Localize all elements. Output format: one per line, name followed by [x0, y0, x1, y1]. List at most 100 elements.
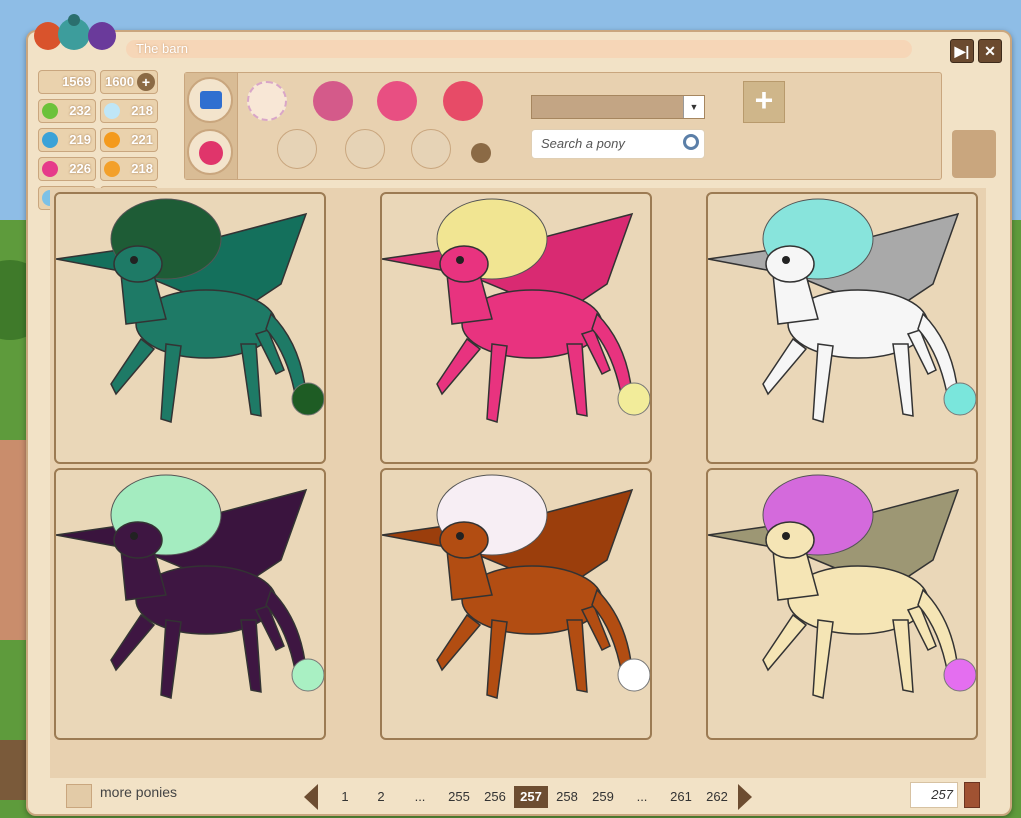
search-placeholder: Search a pony — [541, 136, 625, 151]
page-link[interactable]: 2 — [364, 786, 398, 808]
pony-card[interactable] — [54, 192, 326, 464]
page-link[interactable]: 255 — [442, 786, 476, 808]
filter-select[interactable]: ▼ — [531, 95, 705, 119]
currency-max: 1600 + — [100, 70, 158, 94]
tab-favorites[interactable] — [187, 129, 233, 175]
pony-leg — [566, 619, 588, 693]
pony-leg — [892, 619, 914, 693]
pony-leg — [892, 343, 914, 417]
minimize-button[interactable]: ▶| — [950, 39, 974, 63]
pony-head — [765, 521, 815, 559]
close-button[interactable]: ✕ — [978, 39, 1002, 63]
pony-tail-tuft — [617, 658, 650, 692]
next-page-icon[interactable] — [738, 784, 752, 810]
tab-folder[interactable] — [187, 77, 233, 123]
stat-cloud: 218 — [100, 99, 158, 123]
pony-head — [765, 245, 815, 283]
currency-current: 1569 — [38, 70, 96, 94]
flower-filter-icon[interactable] — [247, 81, 287, 121]
go-page-button[interactable] — [964, 782, 980, 808]
window-title: The barn — [126, 40, 912, 58]
pony-leg — [486, 343, 508, 423]
pony-leg — [110, 613, 156, 672]
folder-star-icon — [200, 91, 222, 109]
add-currency-icon[interactable]: + — [137, 73, 155, 91]
page-link[interactable]: 1 — [328, 786, 362, 808]
pony-tail-tuft — [943, 658, 976, 692]
love-filter-icon[interactable] — [377, 81, 417, 121]
page-input[interactable]: 257 — [910, 782, 958, 808]
cloud-icon — [104, 103, 120, 119]
orange-swirl-icon — [104, 132, 120, 148]
trophy-selector-icon[interactable] — [345, 129, 385, 169]
pony-breed-selector-icon[interactable] — [277, 129, 317, 169]
move-pony-icon[interactable] — [952, 130, 996, 178]
stat-paw-blue: 219 — [38, 128, 96, 152]
prev-page-icon[interactable] — [304, 784, 318, 810]
pony-image — [382, 198, 650, 423]
pony-tail-tuft — [291, 658, 324, 692]
paw-blue-icon — [42, 132, 58, 148]
filter-toolbar: ▼ Search a pony + — [184, 72, 942, 180]
add-button[interactable]: + — [743, 81, 785, 123]
search-icon[interactable] — [683, 134, 699, 150]
pony-eye — [130, 256, 138, 264]
stat-apple: 232 — [38, 99, 96, 123]
pony-grid — [50, 188, 986, 778]
pony-tail-tuft — [943, 382, 976, 416]
pony-image — [382, 474, 650, 699]
eye-selector-icon[interactable] — [411, 129, 451, 169]
game-logo-icon — [34, 14, 116, 50]
pony-leg — [240, 619, 262, 693]
pony-leg — [762, 337, 808, 396]
pony-leg — [436, 613, 482, 672]
pony-card[interactable] — [706, 192, 978, 464]
side-tabs — [185, 73, 238, 179]
page-ellipsis: ... — [414, 789, 426, 804]
pony-card[interactable] — [380, 468, 652, 740]
page-link[interactable]: 258 — [550, 786, 584, 808]
pony-leg — [110, 337, 156, 396]
pony-leg — [160, 619, 182, 699]
pony-image — [56, 474, 324, 699]
pony-leg — [160, 343, 182, 423]
pony-image — [708, 474, 976, 699]
refresh-icon[interactable] — [471, 143, 491, 163]
gender-filter-icon[interactable] — [313, 81, 353, 121]
pony-image — [56, 198, 324, 423]
footer-bar: more ponies 1 2... 255 256 257 258 259... 261 26… — [28, 780, 1010, 812]
pony-eye — [456, 532, 464, 540]
page-link[interactable]: 261 — [664, 786, 698, 808]
pony-image — [708, 198, 976, 423]
pony-leg — [566, 343, 588, 417]
pony-tail-tuft — [617, 382, 650, 416]
pony-leg — [486, 619, 508, 699]
pony-leg — [762, 613, 808, 672]
stat-paw-orange: 218 — [100, 157, 158, 181]
barn-window: The barn ▶| ✕ 1569 1600 + 232 218 219 22… — [26, 14, 1012, 816]
pony-card[interactable] — [706, 468, 978, 740]
pony-card[interactable] — [380, 192, 652, 464]
apple-icon — [42, 103, 58, 119]
more-ponies-label: more ponies — [100, 784, 178, 800]
page-link[interactable]: 259 — [586, 786, 620, 808]
pony-head — [439, 245, 489, 283]
stat-heart: 226 — [38, 157, 96, 181]
pony-head — [113, 245, 163, 283]
page-link[interactable]: 257 — [514, 786, 548, 808]
pony-eye — [782, 532, 790, 540]
pony-eye — [130, 532, 138, 540]
family-filter-icon[interactable] — [443, 81, 483, 121]
page-link[interactable]: 262 — [700, 786, 734, 808]
pony-tail-tuft — [291, 382, 324, 416]
search-input[interactable]: Search a pony — [531, 129, 705, 159]
more-ponies-checkbox[interactable] — [66, 784, 92, 808]
chevron-down-icon[interactable]: ▼ — [683, 96, 704, 118]
heart-icon — [42, 161, 58, 177]
paw-orange-icon — [104, 161, 120, 177]
pony-leg — [812, 619, 834, 699]
page-ellipsis: ... — [636, 789, 648, 804]
page-link[interactable]: 256 — [478, 786, 512, 808]
pony-card[interactable] — [54, 468, 326, 740]
pony-eye — [782, 256, 790, 264]
